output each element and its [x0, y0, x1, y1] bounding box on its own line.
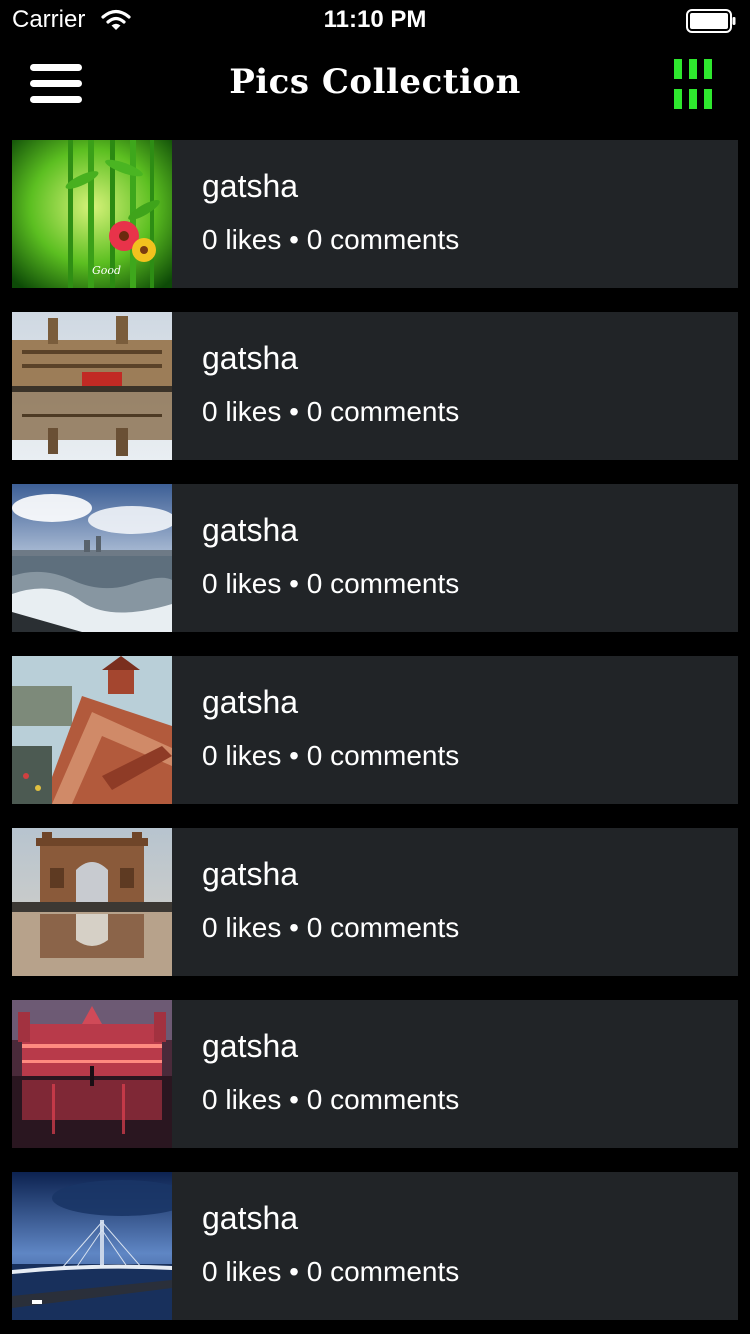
stats-separator: •	[289, 224, 299, 255]
comments-count: 0 comments	[306, 224, 460, 255]
likes-count: 0 likes	[202, 740, 282, 771]
comments-count: 0 comments	[306, 740, 460, 771]
comments-count: 0 comments	[306, 1256, 460, 1287]
post-stats: 0 likes • 0 comments	[202, 912, 459, 944]
grid-view-icon[interactable]	[664, 54, 722, 112]
heritage-building-reflection-photo	[12, 312, 172, 460]
post-author: gatsha	[202, 1200, 299, 1236]
post-stats: 0 likes • 0 comments	[202, 396, 459, 428]
post-stats: 0 likes • 0 comments	[202, 224, 459, 256]
bamboo-flowers-photo: Good	[12, 140, 172, 288]
stats-separator: •	[289, 740, 299, 771]
page-title: Pics Collection	[229, 62, 521, 102]
post-author: gatsha	[202, 684, 299, 720]
stats-separator: •	[289, 396, 299, 427]
stats-separator: •	[289, 1084, 299, 1115]
seafront-waves-photo	[12, 484, 172, 632]
post-author: gatsha	[202, 168, 299, 204]
status-bar: Carrier 11:10 PM	[0, 0, 750, 40]
post-stats: 0 likes • 0 comments	[202, 568, 459, 600]
sea-link-bridge-photo	[12, 1172, 172, 1320]
likes-count: 0 likes	[202, 224, 282, 255]
likes-count: 0 likes	[202, 912, 282, 943]
post-thumbnail[interactable]	[12, 312, 172, 460]
post-stats: 0 likes • 0 comments	[202, 1084, 459, 1116]
post-card[interactable]: gatsha 0 likes • 0 comments	[12, 1172, 738, 1320]
illuminated-station-photo	[12, 1000, 172, 1148]
stats-separator: •	[289, 1256, 299, 1287]
post-author: gatsha	[202, 340, 299, 376]
comments-count: 0 comments	[306, 568, 460, 599]
comments-count: 0 comments	[306, 1084, 460, 1115]
battery-icon	[686, 9, 736, 33]
comments-count: 0 comments	[306, 396, 460, 427]
post-author: gatsha	[202, 856, 299, 892]
svg-text:Good: Good	[92, 264, 121, 277]
post-card[interactable]: gatsha 0 likes • 0 comments	[12, 656, 738, 804]
stats-separator: •	[289, 568, 299, 599]
post-thumbnail[interactable]: Good	[12, 140, 172, 288]
post-card[interactable]: gatsha 0 likes • 0 comments	[12, 828, 738, 976]
post-author: gatsha	[202, 1028, 299, 1064]
post-card[interactable]: Good gatsha 0 likes • 0 comments	[12, 140, 738, 288]
likes-count: 0 likes	[202, 396, 282, 427]
post-stats: 0 likes • 0 comments	[202, 1256, 459, 1288]
likes-count: 0 likes	[202, 1256, 282, 1287]
post-card[interactable]: gatsha 0 likes • 0 comments	[12, 484, 738, 632]
market-rooftops-photo	[12, 656, 172, 804]
post-card[interactable]: gatsha 0 likes • 0 comments	[12, 1000, 738, 1148]
likes-count: 0 likes	[202, 568, 282, 599]
stats-separator: •	[289, 912, 299, 943]
status-time: 11:10 PM	[323, 6, 427, 33]
post-thumbnail[interactable]	[12, 656, 172, 804]
navigation-bar: Pics Collection	[0, 40, 750, 128]
post-stats: 0 likes • 0 comments	[202, 740, 459, 772]
post-author: gatsha	[202, 512, 299, 548]
likes-count: 0 likes	[202, 1084, 282, 1115]
gateway-monument-photo	[12, 828, 172, 976]
post-thumbnail[interactable]	[12, 1172, 172, 1320]
post-thumbnail[interactable]	[12, 828, 172, 976]
post-card[interactable]: gatsha 0 likes • 0 comments	[12, 312, 738, 460]
post-thumbnail[interactable]	[12, 1000, 172, 1148]
post-thumbnail[interactable]	[12, 484, 172, 632]
comments-count: 0 comments	[306, 912, 460, 943]
